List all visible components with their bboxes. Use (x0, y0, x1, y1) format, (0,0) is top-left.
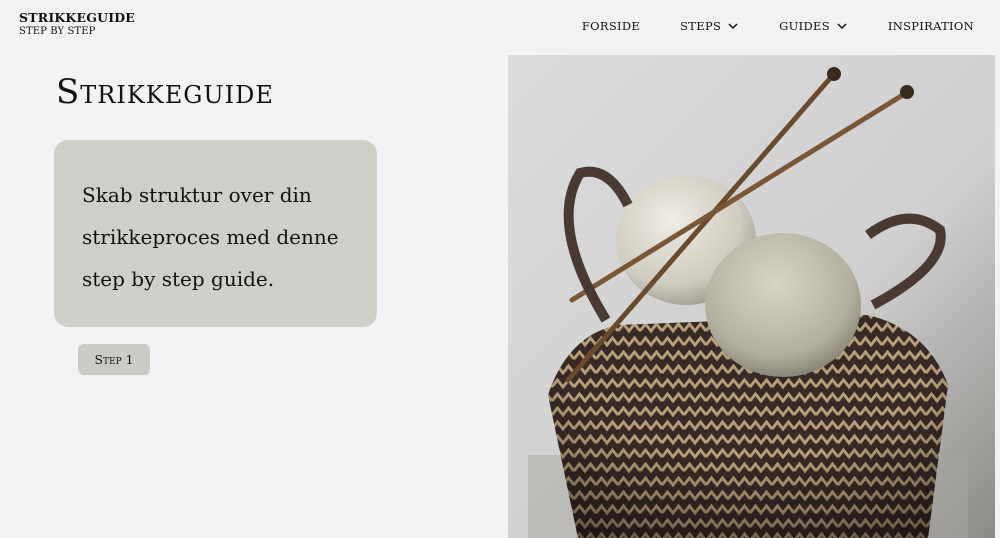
nav-item-label: FORSIDE (581, 19, 641, 33)
intro-text: Skab struktur over din strikkeproces med… (82, 183, 339, 291)
brand-subtitle: STEP BY STEP (19, 26, 96, 37)
brand-logo[interactable]: STRIKKEGUIDE STEP BY STEP (19, 10, 135, 39)
chevron-down-icon (728, 23, 738, 30)
intro-card: Skab struktur over din strikkeproces med… (54, 140, 377, 327)
nav-item-forside[interactable]: FORSIDE (582, 19, 640, 33)
brand-title: STRIKKEGUIDE (19, 10, 136, 25)
nav-item-steps[interactable]: STEPS (680, 19, 739, 33)
nav-item-guides[interactable]: GUIDES (779, 19, 848, 33)
nav-item-label: INSPIRATION (887, 19, 974, 33)
knitting-basket-photo (508, 55, 995, 538)
nav-item-label: GUIDES (779, 19, 830, 33)
chevron-down-icon (837, 23, 847, 30)
hero-image (508, 55, 995, 538)
page-title: Strikkeguide (56, 72, 274, 112)
nav-item-label: STEPS (680, 19, 722, 33)
main-nav: FORSIDE STEPS GUIDES INSPIRATION (582, 19, 974, 33)
nav-item-inspiration[interactable]: INSPIRATION (888, 19, 974, 33)
step-1-button[interactable]: Step 1 (78, 344, 150, 375)
